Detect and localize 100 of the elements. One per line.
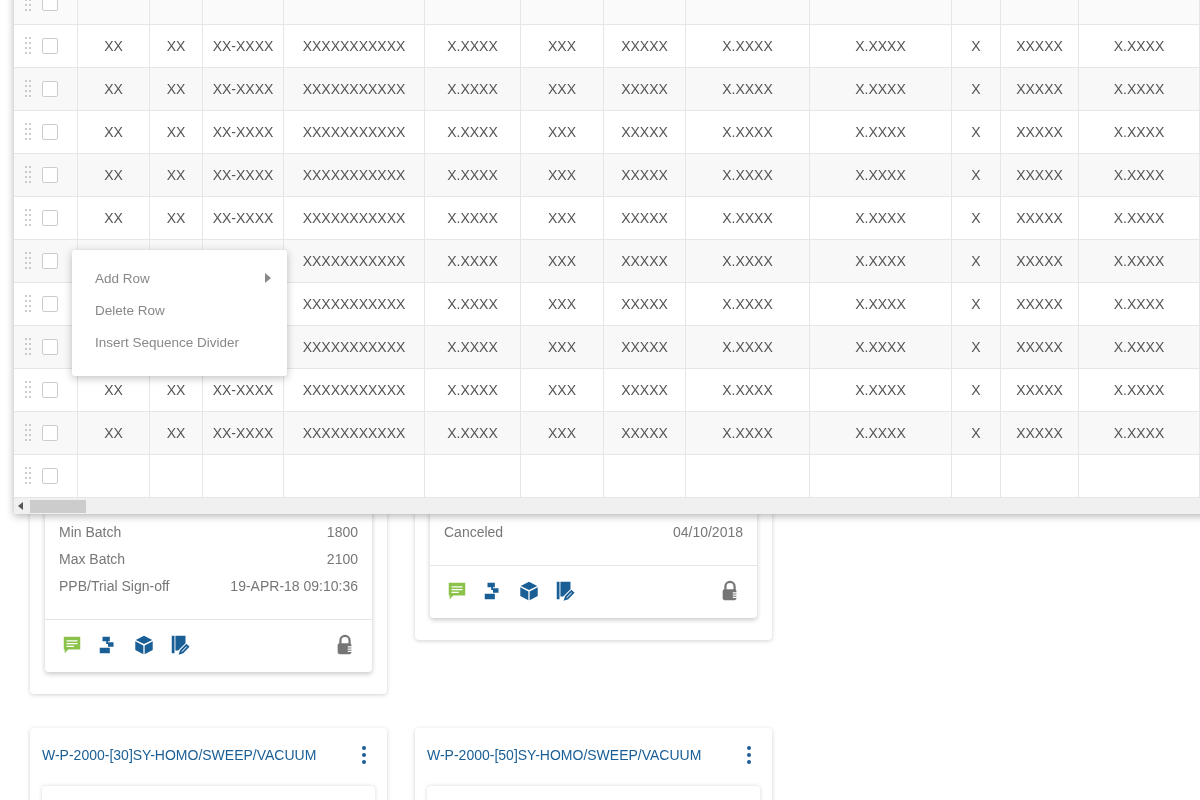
table-cell: XX — [166, 38, 186, 54]
table-cell: X.XXXX — [855, 382, 906, 398]
drag-handle-icon[interactable] — [24, 208, 32, 228]
table-cell: XX — [104, 124, 123, 140]
table-cell: X.XXXX — [1113, 253, 1165, 269]
checkbox[interactable] — [42, 296, 58, 312]
checkbox[interactable] — [42, 210, 58, 226]
table-cell: X.XXXX — [722, 425, 773, 441]
checkbox[interactable] — [42, 167, 58, 183]
table-cell: X.XXXX — [447, 124, 498, 140]
table-cell: XXXXX — [621, 38, 668, 54]
horizontal-scrollbar[interactable] — [14, 498, 1200, 514]
table-cell: X — [971, 167, 981, 183]
table-cell: X.XXXX — [1113, 339, 1165, 355]
table-cell: XXX — [548, 38, 576, 54]
table-cell: X.XXXX — [855, 425, 906, 441]
field-label: Max Batch — [59, 550, 126, 567]
table-cell: X.XXXX — [722, 124, 773, 140]
table-cell: X.XXXX — [722, 382, 773, 398]
checkbox[interactable] — [42, 81, 58, 97]
drag-handle-icon[interactable] — [24, 380, 32, 400]
table-cell: XXXXX — [1016, 81, 1063, 97]
card-title[interactable]: W-P-2000-[50]SY-HOMO/SWEEP/VACUUM — [427, 747, 702, 763]
table-cell: XXXXXXXXXXX — [302, 296, 406, 312]
checkbox[interactable] — [42, 339, 58, 355]
cube-icon[interactable] — [518, 580, 540, 602]
card-title[interactable]: W-P-2000-[30]SY-HOMO/SWEEP/VACUUM — [42, 747, 317, 763]
table-cell: X.XXXX — [447, 38, 498, 54]
table-cell: XXXXX — [1016, 124, 1063, 140]
table-cell: X.XXXX — [855, 167, 906, 183]
scroll-left-icon[interactable] — [18, 502, 24, 510]
book-edit-icon[interactable] — [554, 580, 576, 602]
menu-item[interactable]: Insert Sequence Divider — [72, 326, 287, 358]
table-cell: XX — [166, 167, 186, 183]
drag-handle-icon[interactable] — [24, 122, 32, 142]
table-cell: XX — [104, 167, 123, 183]
table-cell: X.XXXX — [1113, 167, 1165, 183]
cube-icon[interactable] — [133, 634, 155, 656]
drag-handle-icon[interactable] — [24, 423, 32, 443]
drag-handle-icon[interactable] — [24, 294, 32, 314]
table-cell: X.XXXX — [447, 382, 498, 398]
book-edit-icon[interactable] — [169, 634, 191, 656]
table-cell: XXXXX — [1016, 253, 1063, 269]
table-cell: X.XXXX — [722, 167, 773, 183]
table-cell: X.XXXX — [855, 253, 906, 269]
table-cell: XXX — [548, 81, 576, 97]
checkbox[interactable] — [42, 38, 58, 54]
table-cell: XXXXX — [1016, 167, 1063, 183]
table-cell: X.XXXX — [1113, 38, 1165, 54]
drag-handle-icon[interactable] — [24, 79, 32, 99]
table-cell: XX — [104, 382, 123, 398]
table-cell: XX — [166, 382, 186, 398]
table-cell: XXXXXXXXXXX — [302, 81, 406, 97]
table-cell: X — [971, 81, 981, 97]
drag-handle-icon[interactable] — [24, 36, 32, 56]
table-cell: XX-XXXX — [212, 425, 274, 441]
table-cell: XXX — [548, 339, 576, 355]
submenu-arrow-icon — [265, 273, 271, 283]
table-cell: XXX — [548, 124, 576, 140]
checkbox[interactable] — [42, 124, 58, 140]
drag-handle-icon[interactable] — [24, 251, 32, 271]
table-cell: XX-XXXX — [212, 382, 274, 398]
table-cell: XXXXX — [1016, 38, 1063, 54]
table-cell: X — [971, 296, 981, 312]
table-cell: XXXXX — [621, 124, 668, 140]
table-cell: XXXXX — [1016, 210, 1063, 226]
menu-item[interactable]: Add Row — [72, 262, 287, 294]
more-options-icon[interactable] — [746, 745, 752, 765]
table-cell: X.XXXX — [447, 167, 498, 183]
table-cell: XXX — [548, 253, 576, 269]
table-cell: XXXXX — [621, 425, 668, 441]
checkbox[interactable] — [42, 425, 58, 441]
table-cell: X.XXXX — [1113, 382, 1165, 398]
table-cell: X.XXXX — [722, 210, 773, 226]
table-cell: X.XXXX — [855, 81, 906, 97]
scrollbar-thumb[interactable] — [30, 499, 86, 513]
checkbox[interactable] — [42, 468, 58, 484]
table-cell: X — [971, 124, 981, 140]
table-cell: XXXXX — [621, 210, 668, 226]
table-cell: XXXXXXXXXXX — [302, 124, 406, 140]
checkbox[interactable] — [42, 253, 58, 269]
drag-handle-icon[interactable] — [24, 466, 32, 486]
drag-handle-icon[interactable] — [24, 337, 32, 357]
table-cell: XX — [166, 124, 186, 140]
menu-item[interactable]: Delete Row — [72, 294, 287, 326]
table-cell: X.XXXX — [447, 253, 498, 269]
table-cell: X.XXXX — [447, 81, 498, 97]
table-cell: XXXXX — [621, 339, 668, 355]
table-cell: X.XXXX — [722, 38, 773, 54]
table-cell: X.XXXX — [447, 425, 498, 441]
drag-handle-icon[interactable] — [24, 165, 32, 185]
table-cell: XXXXXXXXXXX — [302, 339, 406, 355]
table-cell: XXXXX — [1016, 339, 1063, 355]
checkbox[interactable] — [42, 382, 58, 398]
table-cell: XX-XXXX — [212, 38, 274, 54]
table-cell: X — [971, 382, 981, 398]
more-options-icon[interactable] — [361, 745, 367, 765]
table-cell: X.XXXX — [1113, 81, 1165, 97]
table-cell: XX — [104, 38, 123, 54]
field-label: Min Batch — [59, 523, 122, 540]
